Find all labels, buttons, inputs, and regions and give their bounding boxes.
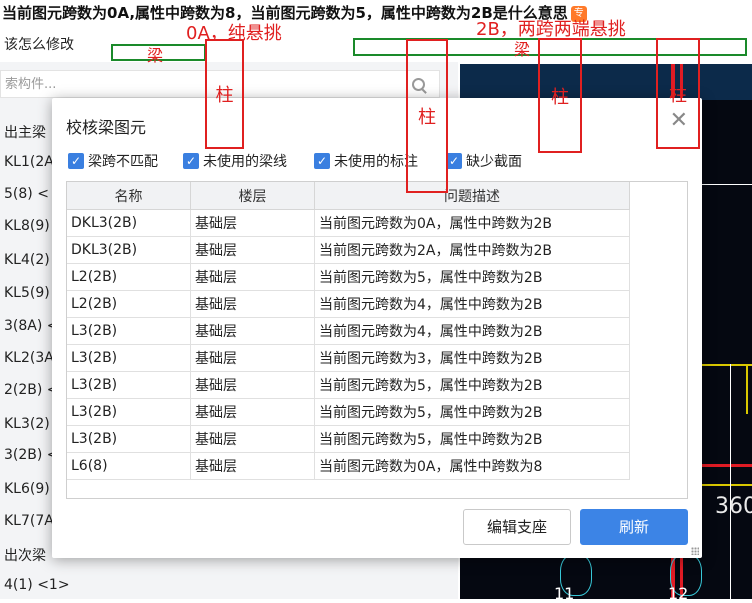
cell-description: 当前图元跨数为0A，属性中跨数为2B <box>314 209 630 237</box>
cell-description: 当前图元跨数为4，属性中跨数为2B <box>314 317 630 345</box>
tree-group-secondary-beam[interactable]: 出次梁 <box>4 545 46 565</box>
annotation-column-label: 柱 <box>418 107 436 128</box>
dialog-title: 校核梁图元 <box>66 118 147 137</box>
checkbox-span-mismatch[interactable]: ✓ 梁跨不匹配 <box>68 151 158 171</box>
issues-table: 名称 楼层 问题描述 DKL3(2B) 基础层 当前图元跨数为0A，属性中跨数为2B… <box>66 181 688 499</box>
cell-description: 当前图元跨数为0A，属性中跨数为8 <box>314 452 630 480</box>
checkbox-missing-section[interactable]: ✓ 缺少截面 <box>446 151 522 171</box>
check-beam-dialog: 校核梁图元 ✕ ✓ 梁跨不匹配 ✓ 未使用的梁线 ✓ 未使用的标注 ✓ 缺少截面… <box>52 98 702 558</box>
tree-item[interactable]: KL8(9) <box>4 218 50 234</box>
cell-name: L2(2B) <box>67 263 191 291</box>
annotation-column-box: 柱 <box>406 39 448 193</box>
annotation-beam-label-right: 梁 <box>514 40 531 59</box>
cell-name: L3(2B) <box>67 425 191 453</box>
checkbox-checked-icon[interactable]: ✓ <box>68 153 84 169</box>
checkbox-checked-icon[interactable]: ✓ <box>314 153 330 169</box>
table-row[interactable]: L3(2B) 基础层 当前图元跨数为5，属性中跨数为2B <box>67 425 630 453</box>
cell-floor: 基础层 <box>190 452 315 480</box>
cell-description: 当前图元跨数为5，属性中跨数为2B <box>314 425 630 453</box>
column-header-description[interactable]: 问题描述 <box>314 182 630 210</box>
edit-support-button[interactable]: 编辑支座 <box>463 509 571 545</box>
tree-group-main-beam[interactable]: 出主梁 <box>4 122 46 142</box>
checkbox-unused-beam-line[interactable]: ✓ 未使用的梁线 <box>183 151 287 171</box>
table-row[interactable]: DKL3(2B) 基础层 当前图元跨数为2A，属性中跨数为2B <box>67 236 630 264</box>
cell-name: L3(2B) <box>67 371 191 399</box>
cell-floor: 基础层 <box>190 344 315 372</box>
table-row[interactable]: L3(2B) 基础层 当前图元跨数为5，属性中跨数为2B <box>67 398 630 426</box>
cell-floor: 基础层 <box>190 398 315 426</box>
annotation-column-label: 柱 <box>551 86 569 108</box>
cell-description: 当前图元跨数为5，属性中跨数为2B <box>314 398 630 426</box>
refresh-button[interactable]: 刷新 <box>580 509 688 545</box>
cell-name: L3(2B) <box>67 317 191 345</box>
cell-name: DKL3(2B) <box>67 209 191 237</box>
cell-name: L3(2B) <box>67 398 191 426</box>
cell-floor: 基础层 <box>190 290 315 318</box>
cell-description: 当前图元跨数为4，属性中跨数为2B <box>314 290 630 318</box>
annotation-column-box: 柱 <box>205 39 244 149</box>
tree-item[interactable]: KL5(9) <box>4 285 50 301</box>
cad-axis-label: 11 <box>554 584 575 603</box>
table-header-row: 名称 楼层 问题描述 <box>67 182 630 210</box>
cad-white-line <box>730 364 731 599</box>
cell-floor: 基础层 <box>190 425 315 453</box>
tree-item[interactable]: 3(8A) < <box>4 318 59 334</box>
cell-floor: 基础层 <box>190 371 315 399</box>
annotation-column-label: 柱 <box>215 85 234 106</box>
tree-item[interactable]: 4(1) <1> <box>4 577 70 593</box>
cell-floor: 基础层 <box>190 317 315 345</box>
tree-item[interactable]: KL3(2) <box>4 416 50 432</box>
checkbox-checked-icon[interactable]: ✓ <box>446 153 462 169</box>
annotation-column-box: 柱 <box>538 38 582 153</box>
column-header-floor[interactable]: 楼层 <box>190 182 315 210</box>
checkbox-label: 未使用的梁线 <box>203 154 287 170</box>
checkbox-label: 梁跨不匹配 <box>88 154 158 170</box>
resize-grip-icon[interactable] <box>691 547 699 555</box>
tree-item[interactable]: 5(8) < <box>4 186 49 202</box>
tree-item[interactable]: 3(2B) < <box>4 447 59 463</box>
cell-name: DKL3(2B) <box>67 236 191 264</box>
tree-item[interactable]: 2(2B) < <box>4 382 59 398</box>
annotation-column-box: 柱 <box>656 38 700 149</box>
cad-axis-label: 12 <box>668 584 689 603</box>
cell-floor: 基础层 <box>190 263 315 291</box>
question-subtitle: 该怎么修改 <box>4 37 74 53</box>
table-row[interactable]: L3(2B) 基础层 当前图元跨数为5，属性中跨数为2B <box>67 371 630 399</box>
table-row[interactable]: L3(2B) 基础层 当前图元跨数为4，属性中跨数为2B <box>67 317 630 345</box>
tree-item[interactable]: KL1(2A <box>4 154 54 170</box>
table-row[interactable]: L2(2B) 基础层 当前图元跨数为5，属性中跨数为2B <box>67 263 630 291</box>
table-row[interactable]: L2(2B) 基础层 当前图元跨数为4，属性中跨数为2B <box>67 290 630 318</box>
cell-description: 当前图元跨数为3，属性中跨数为2B <box>314 344 630 372</box>
checkbox-checked-icon[interactable]: ✓ <box>183 153 199 169</box>
tree-item[interactable]: KL4(2) <box>4 252 50 268</box>
tree-item[interactable]: KL6(9) <box>4 481 50 497</box>
cad-yellow-line <box>746 364 748 414</box>
tree-item[interactable]: KL7(7A <box>4 513 54 529</box>
cell-description: 当前图元跨数为2A，属性中跨数为2B <box>314 236 630 264</box>
search-placeholder: 索构件... <box>5 77 57 92</box>
checkbox-unused-annotation[interactable]: ✓ 未使用的标注 <box>314 151 418 171</box>
cell-name: L3(2B) <box>67 344 191 372</box>
annotation-beam-label-left: 梁 <box>147 46 164 65</box>
table-row[interactable]: DKL3(2B) 基础层 当前图元跨数为0A，属性中跨数为2B <box>67 209 630 237</box>
cell-name: L6(8) <box>67 452 191 480</box>
cad-beam-band <box>460 64 752 100</box>
cell-floor: 基础层 <box>190 236 315 264</box>
table-row[interactable]: L6(8) 基础层 当前图元跨数为0A，属性中跨数为8 <box>67 452 630 480</box>
table-row[interactable]: L3(2B) 基础层 当前图元跨数为3，属性中跨数为2B <box>67 344 630 372</box>
tree-item[interactable]: KL2(3A <box>4 350 54 366</box>
checkbox-label: 缺少截面 <box>466 154 522 170</box>
cad-dimension-text: 360 <box>715 494 752 519</box>
column-header-name[interactable]: 名称 <box>67 182 191 210</box>
annotation-column-label: 柱 <box>669 84 687 106</box>
cell-description: 当前图元跨数为5，属性中跨数为2B <box>314 263 630 291</box>
cell-name: L2(2B) <box>67 290 191 318</box>
cell-floor: 基础层 <box>190 209 315 237</box>
cell-description: 当前图元跨数为5，属性中跨数为2B <box>314 371 630 399</box>
